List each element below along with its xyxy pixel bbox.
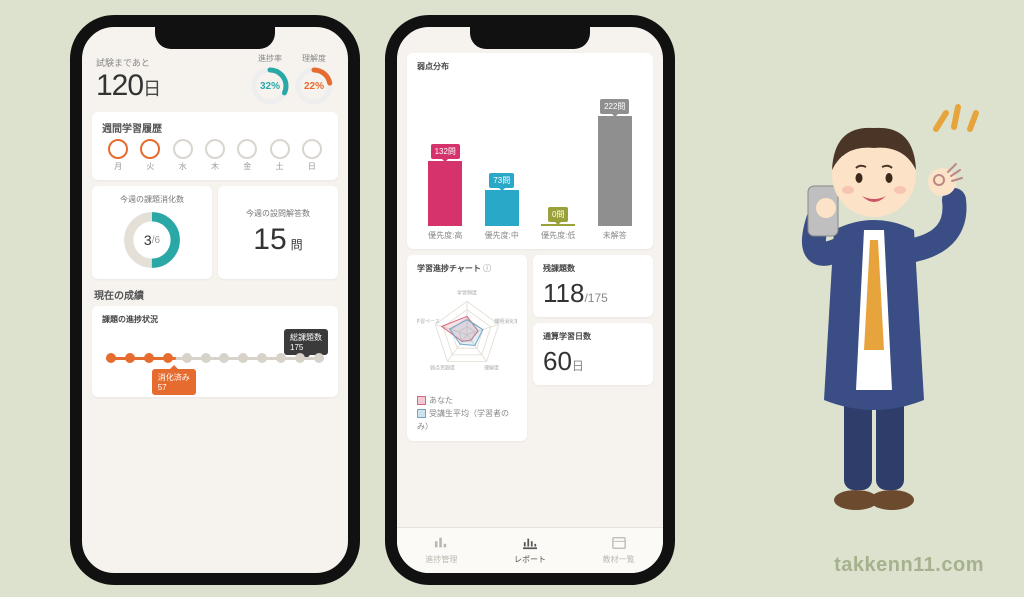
svg-text:学習ペース: 学習ペース <box>417 318 440 325</box>
screen-right: 弱点分布 132問 .bar-col:nth-child(1) .bar-lbl… <box>397 27 663 573</box>
remaining-total: /175 <box>584 291 607 305</box>
weekly-tasks-donut: 3/6 <box>121 209 183 271</box>
progress-ring: 進捗率 32% <box>250 53 290 106</box>
weekday-cell[interactable]: 火 <box>134 139 166 172</box>
countdown-box: 試験まであと 120日 <box>96 56 244 103</box>
radar-card: 学習進捗チャート ⓘ 学習頻度課題消化率理解度 弱点克服度 学習ペース あなた 受講… <box>407 255 527 441</box>
bar-1: 73問 .bar-col:nth-child(2) .bar-lbl::afte… <box>482 173 522 226</box>
tab-icon <box>521 536 539 552</box>
weekly-tasks-card: 今週の課題消化数 3/6 <box>92 186 212 279</box>
tab-icon <box>432 536 450 552</box>
progress-dot <box>144 353 154 363</box>
study-days-card: 通算学習日数 60日 <box>533 323 653 385</box>
study-days-value: 60 <box>543 346 572 376</box>
progress-dot <box>257 353 267 363</box>
progress-done-bubble: 消化済み57 <box>152 369 196 395</box>
tab-label: レポート <box>514 554 546 565</box>
tab-2[interactable]: 教材一覧 <box>574 528 663 573</box>
bar-x-label: 優先度:​中 <box>482 230 522 241</box>
tab-icon <box>610 536 628 552</box>
svg-text:理解度: 理解度 <box>484 365 499 372</box>
progress-dot <box>314 353 324 363</box>
bar-3: 222問 .bar-col:nth-child(4) .bar-lbl::aft… <box>595 99 635 226</box>
tasks-total: 6 <box>155 235 161 246</box>
tab-bar: 進捗管理 レポート 教材一覧 <box>397 527 663 573</box>
remaining-value: 118 <box>543 278 584 308</box>
tab-0[interactable]: 進捗管理 <box>397 528 486 573</box>
businessman-illustration <box>774 90 974 520</box>
bar-x-label: 未解答 <box>595 230 635 241</box>
phone-left: 試験まであと 120日 進捗率 32% 理解度 22% <box>70 15 360 585</box>
radar-title: 学習進捗チャート <box>417 264 481 273</box>
notch <box>155 27 275 49</box>
progress-dot <box>106 353 116 363</box>
bar-0: 132問 .bar-col:nth-child(1) .bar-lbl::aft… <box>425 144 465 226</box>
study-days-unit: 日 <box>572 359 584 373</box>
tab-1[interactable]: レポート <box>486 528 575 573</box>
progress-card: 課題の進捗状況 総課題数175 消化済み57 <box>92 306 338 397</box>
weekday-cell[interactable]: 金 <box>231 139 263 172</box>
weekly-answers-title: 今週の設問解答数 <box>228 208 328 219</box>
weekly-history-card: 週間学習履歴 月 火 水 木 金 土 日 <box>92 112 338 180</box>
answers-unit: 問 <box>291 238 303 252</box>
radar-legend: あなた 受講生平均（学習者のみ） <box>417 395 517 433</box>
progress-dot <box>201 353 211 363</box>
weekday-cell[interactable]: 木 <box>199 139 231 172</box>
tasks-done: 3 <box>144 232 152 248</box>
bar-2: 0問 .bar-col:nth-child(3) .bar-lbl::after… <box>538 207 578 226</box>
countdown-unit: 日 <box>143 79 161 99</box>
summary-row: 試験まであと 120日 進捗率 32% 理解度 22% <box>92 53 338 112</box>
help-icon[interactable]: ⓘ <box>483 264 491 273</box>
progress-dot <box>238 353 248 363</box>
phone-right: 弱点分布 132問 .bar-col:nth-child(1) .bar-lbl… <box>385 15 675 585</box>
progress-dot <box>276 353 286 363</box>
progress-dot <box>125 353 135 363</box>
weekly-history-title: 週間学習履歴 <box>102 120 328 135</box>
screen-left: 試験まであと 120日 進捗率 32% 理解度 22% <box>82 27 348 573</box>
progress-dot <box>182 353 192 363</box>
weakness-dist-card: 弱点分布 132問 .bar-col:nth-child(1) .bar-lbl… <box>407 53 653 249</box>
progress-dot <box>295 353 305 363</box>
progress-title: 課題の進捗状況 <box>102 314 328 325</box>
weekday-cell[interactable]: 月 <box>102 139 134 172</box>
bar-x-label: 優先度:​低 <box>538 230 578 241</box>
study-days-title: 通算学習日数 <box>543 331 643 342</box>
weekday-cell[interactable]: 水 <box>167 139 199 172</box>
svg-text:学習頻度: 学習頻度 <box>457 289 477 296</box>
tab-label: 教材一覧 <box>603 554 635 565</box>
progress-timeline: 総課題数175 消化済み57 <box>102 329 328 389</box>
svg-text:弱点克服度: 弱点克服度 <box>430 365 455 372</box>
progress-total-bubble: 総課題数175 <box>284 329 328 355</box>
answers-value: 15 <box>253 223 286 256</box>
weakness-bar-chart: 132問 .bar-col:nth-child(1) .bar-lbl::aft… <box>417 76 643 226</box>
weekday-cell[interactable]: 日 <box>296 139 328 172</box>
remaining-title: 残課題数 <box>543 263 643 274</box>
progress-dot <box>219 353 229 363</box>
remaining-tasks-card: 残課題数 118/175 <box>533 255 653 317</box>
bar-x-label: 優先度:​高 <box>425 230 465 241</box>
notch <box>470 27 590 49</box>
svg-text:課題消化率: 課題消化率 <box>494 318 517 325</box>
weekday-cell[interactable]: 土 <box>263 139 295 172</box>
weakness-dist-title: 弱点分布 <box>417 61 643 72</box>
radar-chart: 学習頻度課題消化率理解度 弱点克服度 学習ペース <box>417 278 517 388</box>
countdown-label: 試験まであと <box>96 56 244 69</box>
tab-label: 進捗管理 <box>425 554 457 565</box>
grades-title: 現在の成績 <box>94 287 336 302</box>
weekly-tasks-title: 今週の課題消化数 <box>102 194 202 205</box>
weekly-answers-card: 今週の設問解答数 15 問 <box>218 186 338 279</box>
progress-ring: 理解度 22% <box>294 53 334 106</box>
countdown-value: 120 <box>96 69 143 102</box>
watermark: takkenn11.com <box>834 554 984 577</box>
